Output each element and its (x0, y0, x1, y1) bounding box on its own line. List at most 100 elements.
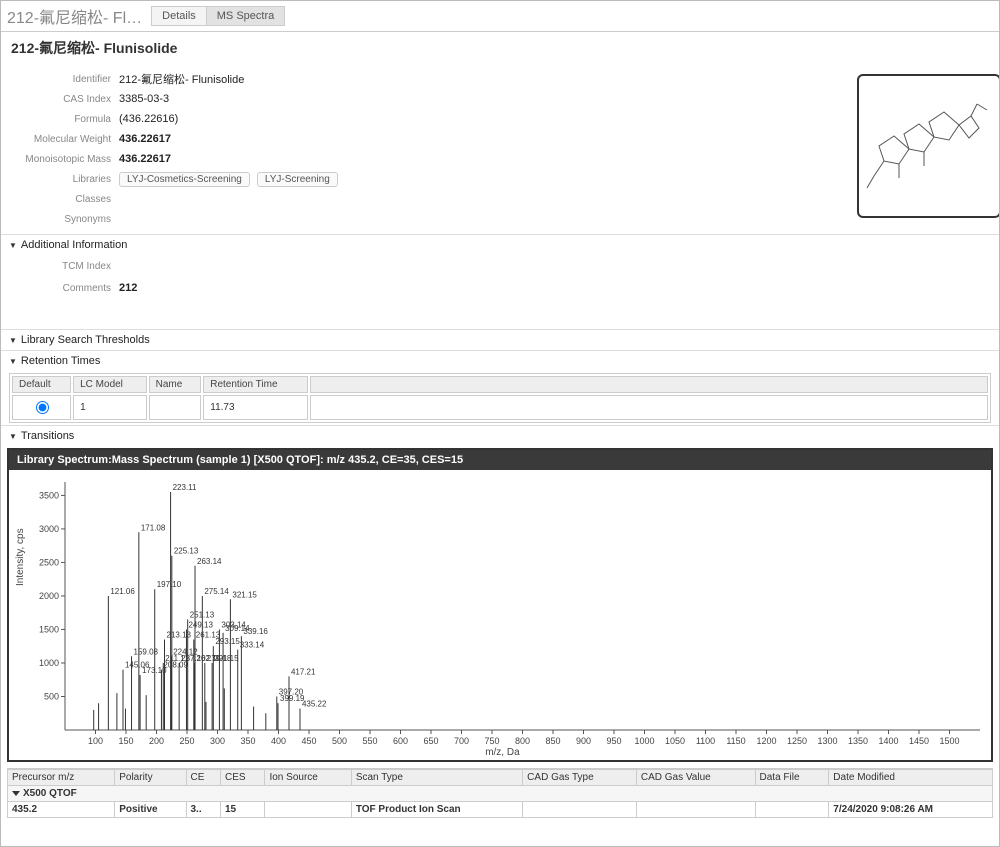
libraries-label: Libraries (1, 174, 119, 185)
pc-cad-type (523, 802, 637, 818)
tab-details[interactable]: Details (151, 6, 207, 26)
mono-label: Monoisotopic Mass (1, 154, 119, 165)
svg-text:223.11: 223.11 (173, 483, 197, 492)
svg-text:150: 150 (118, 736, 133, 746)
mw-label: Molecular Weight (1, 134, 119, 145)
pc-col-scan-type[interactable]: Scan Type (351, 770, 522, 786)
tab-bar: Details MS Spectra (152, 6, 285, 26)
svg-text:197.10: 197.10 (157, 580, 182, 589)
svg-text:2500: 2500 (39, 557, 59, 567)
svg-text:121.06: 121.06 (110, 587, 135, 596)
svg-text:1350: 1350 (848, 736, 868, 746)
pc-col-cad-val[interactable]: CAD Gas Value (636, 770, 755, 786)
svg-text:1400: 1400 (878, 736, 898, 746)
library-tag[interactable]: LYJ-Screening (257, 172, 338, 187)
svg-text:1500: 1500 (39, 624, 59, 634)
mw-value: 436.22617 (119, 133, 171, 145)
pc-ce: 3.. (186, 802, 220, 818)
spectrum-svg: 5001000150020002500300035001001502002503… (9, 470, 991, 760)
svg-text:291.15: 291.15 (214, 654, 239, 663)
svg-text:950: 950 (606, 736, 621, 746)
precursor-table: Precursor m/z Polarity CE CES Ion Source… (7, 768, 993, 818)
comments-value: 212 (119, 282, 137, 294)
pc-col-date[interactable]: Date Modified (829, 770, 993, 786)
identifier-value: 212-氟尼缩松- Flunisolide (119, 71, 244, 87)
svg-text:417.21: 417.21 (291, 667, 316, 676)
structure-thumbnail[interactable] (857, 74, 1000, 218)
pc-col-cad-type[interactable]: CAD Gas Type (523, 770, 637, 786)
svg-text:225.13: 225.13 (174, 547, 199, 556)
svg-text:1500: 1500 (939, 736, 959, 746)
details-panel: Identifier 212-氟尼缩松- Flunisolide CAS Ind… (1, 64, 999, 234)
expand-icon[interactable] (12, 791, 20, 796)
svg-text:900: 900 (576, 736, 591, 746)
svg-text:1000: 1000 (634, 736, 654, 746)
svg-text:321.15: 321.15 (232, 590, 257, 599)
svg-text:1300: 1300 (817, 736, 837, 746)
svg-text:200: 200 (149, 736, 164, 746)
svg-text:500: 500 (332, 736, 347, 746)
rt-row[interactable]: 1 11.73 (12, 395, 988, 420)
svg-text:275.14: 275.14 (204, 587, 229, 596)
pc-col-polarity[interactable]: Polarity (115, 770, 186, 786)
tab-ms-spectra[interactable]: MS Spectra (206, 6, 285, 26)
rt-col-rt[interactable]: Retention Time (203, 376, 308, 393)
rt-col-name[interactable]: Name (149, 376, 202, 393)
svg-text:450: 450 (301, 736, 316, 746)
section-transitions[interactable]: Transitions (1, 425, 999, 446)
rt-col-lc-model[interactable]: LC Model (73, 376, 147, 393)
svg-text:600: 600 (393, 736, 408, 746)
precursor-row[interactable]: 435.2 Positive 3.. 15 TOF Product Ion Sc… (8, 802, 993, 818)
pc-col-ces[interactable]: CES (220, 770, 265, 786)
section-library-search-thresholds[interactable]: Library Search Thresholds (1, 329, 999, 350)
formula-value: (436.22616) (119, 113, 178, 125)
libraries-value: LYJ-Cosmetics-Screening LYJ-Screening (119, 172, 342, 187)
svg-text:435.22: 435.22 (302, 700, 327, 709)
identifier-label: Identifier (1, 74, 119, 85)
pc-ces: 15 (220, 802, 265, 818)
library-tag[interactable]: LYJ-Cosmetics-Screening (119, 172, 250, 187)
spectrum-panel: Library Spectrum:Mass Spectrum (sample 1… (7, 448, 993, 762)
precursor-group-row[interactable]: X500 QTOF (8, 786, 993, 802)
svg-text:333.14: 333.14 (240, 641, 265, 650)
structure-icon (859, 76, 999, 216)
pc-data-file (755, 802, 829, 818)
rt-default-radio[interactable] (36, 401, 49, 414)
tcm-label: TCM Index (1, 261, 119, 272)
compound-title: 212-氟尼缩松- Flunisolide (1, 32, 999, 64)
retention-times-table: Default LC Model Name Retention Time 1 1… (9, 373, 991, 423)
svg-text:650: 650 (423, 736, 438, 746)
pc-col-ion-source[interactable]: Ion Source (265, 770, 351, 786)
svg-text:3500: 3500 (39, 490, 59, 500)
pc-col-data-file[interactable]: Data File (755, 770, 829, 786)
mono-value: 436.22617 (119, 153, 171, 165)
svg-text:1050: 1050 (665, 736, 685, 746)
svg-text:339.16: 339.16 (243, 627, 268, 636)
rt-col-default[interactable]: Default (12, 376, 71, 393)
spectrum-chart[interactable]: 5001000150020002500300035001001502002503… (9, 470, 991, 760)
pc-scan-type: TOF Product Ion Scan (351, 802, 522, 818)
svg-text:850: 850 (545, 736, 560, 746)
svg-text:1100: 1100 (696, 736, 715, 746)
section-retention-times[interactable]: Retention Times (1, 350, 999, 371)
svg-text:2000: 2000 (39, 591, 59, 601)
formula-label: Formula (1, 114, 119, 125)
section-additional-info[interactable]: Additional Information (1, 234, 999, 255)
pc-cad-val (636, 802, 755, 818)
svg-text:1200: 1200 (756, 736, 776, 746)
title-bar: 212-氟尼缩松- Fl… Details MS Spectra (1, 1, 999, 32)
pc-date: 7/24/2020 9:08:26 AM (829, 802, 993, 818)
svg-text:250: 250 (179, 736, 194, 746)
pc-polarity: Positive (115, 802, 186, 818)
svg-text:400: 400 (271, 736, 286, 746)
cas-label: CAS Index (1, 94, 119, 105)
svg-text:1150: 1150 (726, 736, 745, 746)
pc-col-mz[interactable]: Precursor m/z (8, 770, 115, 786)
pc-col-ce[interactable]: CE (186, 770, 220, 786)
svg-text:1250: 1250 (787, 736, 807, 746)
spectrum-title: Library Spectrum:Mass Spectrum (sample 1… (9, 450, 991, 470)
svg-text:249.13: 249.13 (188, 620, 213, 629)
y-axis-label: Intensity, cps (15, 528, 26, 586)
svg-text:300: 300 (210, 736, 225, 746)
svg-text:3000: 3000 (39, 524, 59, 534)
